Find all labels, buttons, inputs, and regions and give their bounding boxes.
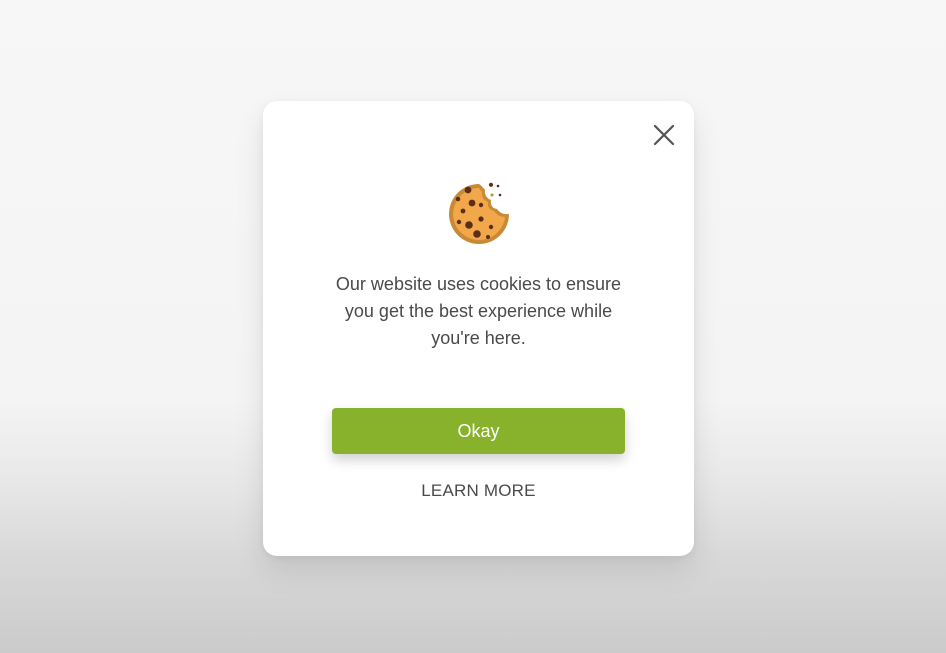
close-icon	[653, 124, 675, 146]
message-line-1: Our website uses cookies to ensure	[335, 274, 622, 294]
message-line-2: you get the best experience while	[344, 301, 613, 321]
close-button[interactable]	[652, 123, 676, 147]
cookie-message: Our website uses cookies to ensure you g…	[303, 271, 654, 352]
cookie-consent-dialog: Our website uses cookies to ensure you g…	[263, 101, 694, 556]
message-line-3: you're here.	[431, 328, 526, 348]
cookie-icon	[447, 182, 511, 246]
learn-more-link[interactable]: LEARN MORE	[263, 481, 694, 501]
okay-button[interactable]: Okay	[332, 408, 625, 454]
